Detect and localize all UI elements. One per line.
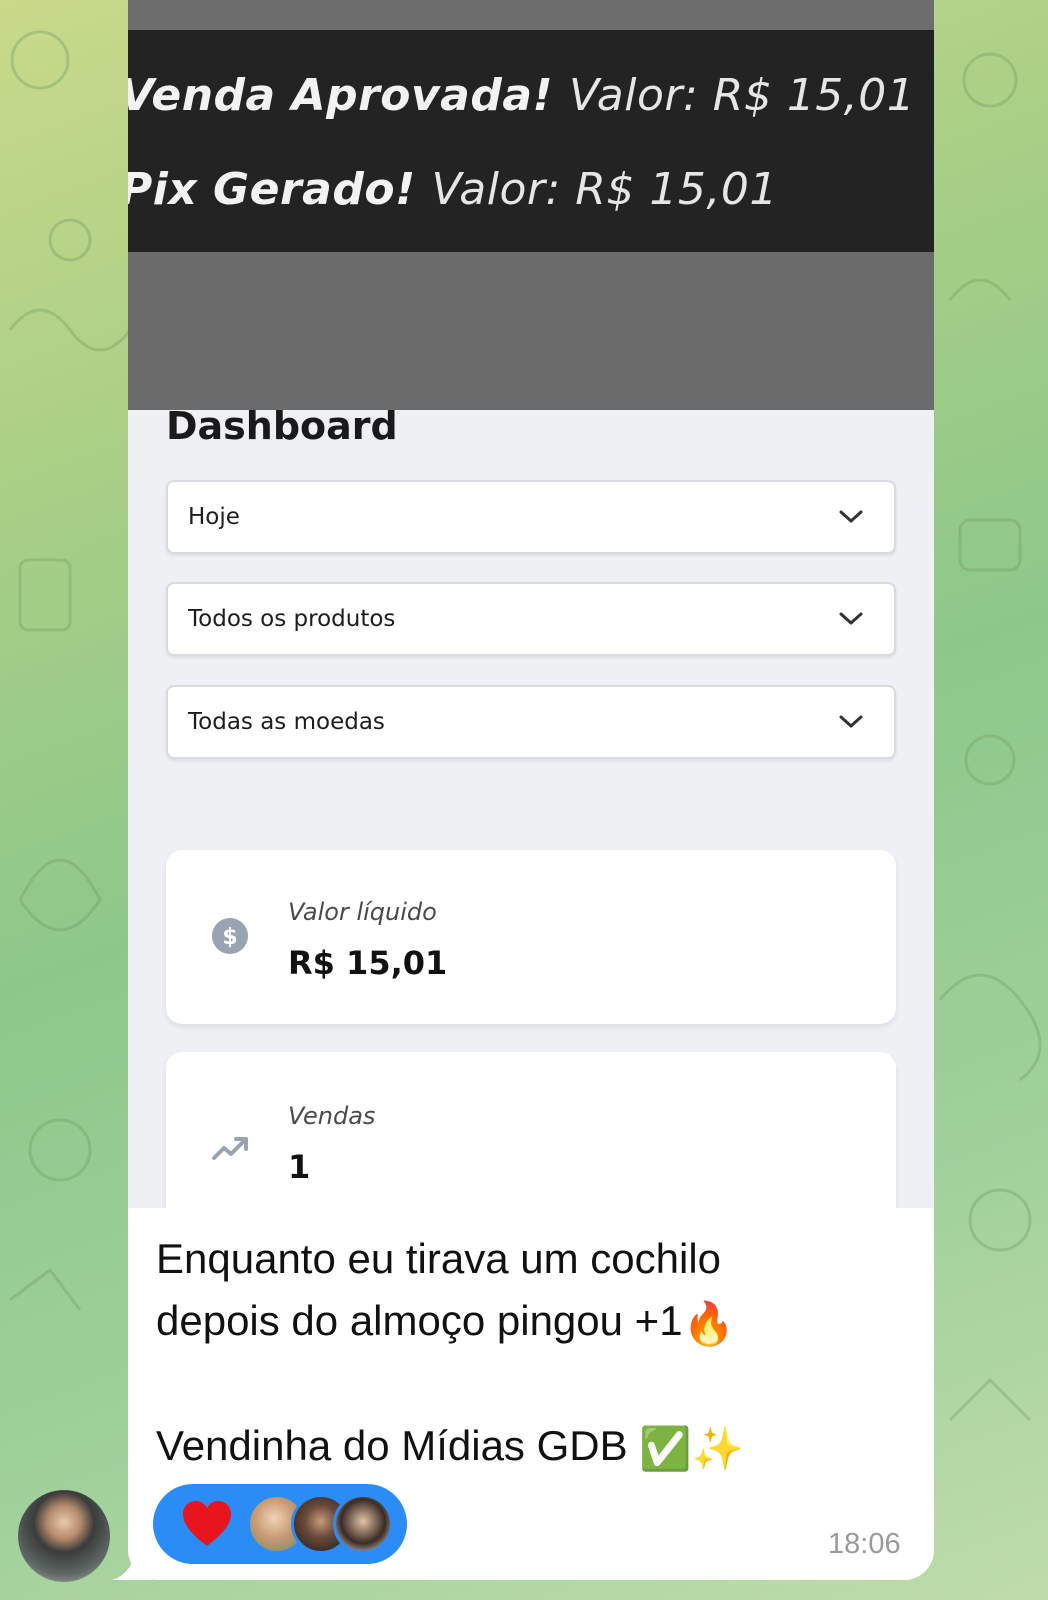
message-line: depois do almoço pingou +1🔥 bbox=[156, 1290, 876, 1355]
notification-value: Valor: R$ 15,01 bbox=[431, 164, 778, 215]
select-value: Todos os produtos bbox=[188, 606, 396, 632]
reactor-avatar bbox=[333, 1494, 393, 1554]
notification-approved-sale: Venda Aprovada! Valor: R$ 15,01 bbox=[128, 70, 915, 121]
notification-value: Valor: R$ 15,01 bbox=[568, 70, 916, 121]
notification-title: Venda Aprovada! bbox=[128, 70, 554, 121]
gray-overlay bbox=[128, 252, 934, 410]
sparkles-emoji-icon: ✨ bbox=[691, 1424, 744, 1472]
card-value: R$ 15,01 bbox=[288, 944, 448, 982]
message-line: Vendinha do Mídias GDB ✅✨ bbox=[156, 1415, 876, 1480]
notification-pix-generated: Pix Gerado! Valor: R$ 15,01 bbox=[128, 164, 778, 215]
chevron-down-icon bbox=[839, 510, 863, 523]
trending-up-icon bbox=[212, 1137, 248, 1160]
svg-text:$: $ bbox=[222, 925, 237, 950]
message-line: Enquanto eu tirava um cochilo bbox=[156, 1235, 722, 1282]
sales-card: Vendas 1 bbox=[166, 1052, 896, 1208]
period-select[interactable]: Hoje bbox=[166, 480, 896, 554]
card-label: Valor líquido bbox=[288, 898, 437, 926]
card-label: Vendas bbox=[288, 1102, 376, 1130]
message-timestamp: 18:06 bbox=[828, 1528, 901, 1560]
net-value-card: $ Valor líquido R$ 15,01 bbox=[166, 850, 896, 1024]
notification-title: Pix Gerado! bbox=[128, 164, 416, 215]
heart-icon bbox=[183, 1501, 231, 1546]
product-select[interactable]: Todos os produtos bbox=[166, 582, 896, 656]
reaction-chip[interactable] bbox=[153, 1484, 407, 1564]
photo-top-strip bbox=[128, 0, 934, 30]
check-mark-emoji-icon: ✅ bbox=[639, 1424, 692, 1472]
select-value: Hoje bbox=[188, 504, 240, 530]
currency-select[interactable]: Todas as moedas bbox=[166, 685, 896, 759]
dollar-icon: $ bbox=[212, 918, 248, 954]
screenshot-photo[interactable]: Venda Aprovada! Valor: R$ 15,01 Pix Gera… bbox=[128, 0, 934, 1208]
card-value: 1 bbox=[288, 1148, 311, 1186]
message-text: Enquanto eu tirava um cochilo depois do … bbox=[156, 1228, 876, 1480]
sender-avatar[interactable] bbox=[18, 1490, 110, 1582]
page-title: Dashboard bbox=[166, 404, 398, 448]
notifications-panel: Venda Aprovada! Valor: R$ 15,01 Pix Gera… bbox=[128, 30, 934, 252]
fire-emoji-icon: 🔥 bbox=[682, 1299, 735, 1347]
chevron-down-icon bbox=[839, 715, 863, 728]
chevron-down-icon bbox=[839, 612, 863, 625]
select-value: Todas as moedas bbox=[188, 709, 385, 735]
